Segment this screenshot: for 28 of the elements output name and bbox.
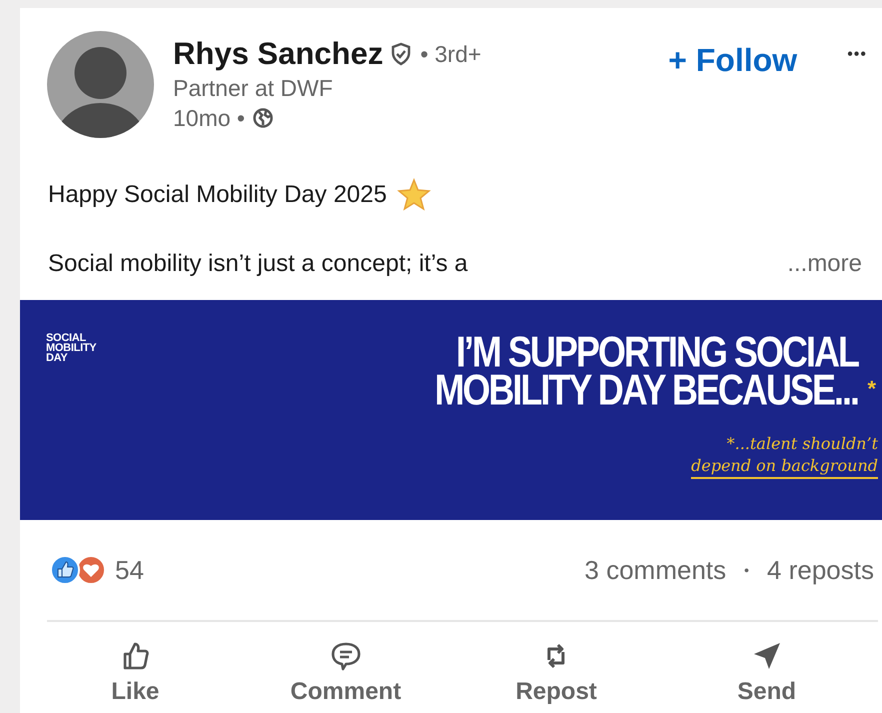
banner-quote: *...talent shouldn’t <box>726 433 878 455</box>
more-options-button[interactable]: ••• <box>847 43 867 67</box>
action-button[interactable]: Like <box>45 640 226 710</box>
connection-degree: • 3rd+ <box>420 40 482 69</box>
speech-bubble-icon <box>330 640 362 672</box>
logo-text: MOBILITY <box>46 343 96 353</box>
logo-text: DAY <box>46 353 68 363</box>
post-title: Happy Social Mobility Day 2025 <box>48 180 387 210</box>
post-time: 10mo • <box>173 104 245 133</box>
globe-icon <box>252 108 273 128</box>
shield-check-icon <box>390 42 412 66</box>
see-more-link[interactable]: ...more <box>787 249 862 279</box>
author-headline: Partner at DWF <box>173 74 334 103</box>
separator-dot: • <box>744 560 750 580</box>
action-button[interactable]: Repost <box>466 640 646 710</box>
action-button[interactable]: Send <box>676 640 857 710</box>
reaction-icons[interactable] <box>49 554 105 586</box>
logo-text: SOCIAL <box>46 333 86 343</box>
star-icon <box>396 178 431 212</box>
follow-button[interactable]: + Follow <box>668 41 798 79</box>
reaction-count[interactable]: 54 <box>115 550 144 590</box>
comments-count[interactable]: 3 comments <box>584 550 726 590</box>
author-name[interactable]: Rhys Sanchez <box>173 35 384 73</box>
reposts-count[interactable]: 4 reposts <box>767 550 874 590</box>
banner-quote: depend on background <box>691 455 878 479</box>
asterisk-mark: * <box>867 375 876 403</box>
post-body: Social mobility isn’t just a concept; it’s a <box>48 249 468 279</box>
action-button[interactable]: Comment <box>256 640 436 710</box>
